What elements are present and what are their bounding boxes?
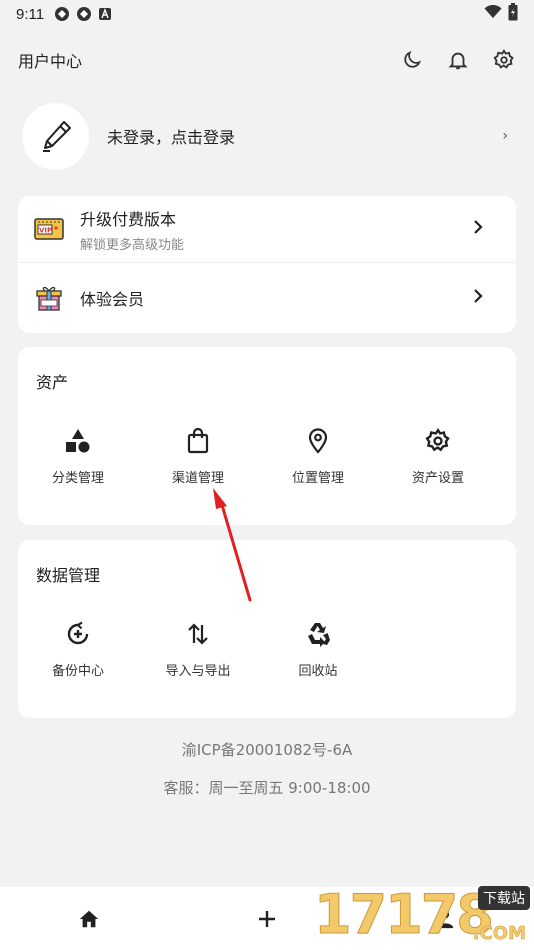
upgrade-title: 升级付费版本 [80,209,177,229]
channel-management-item[interactable]: 渠道管理 [138,427,258,486]
promo-card: VIP 升级付费版本 解锁更多高级功能 体验会员 [18,196,516,333]
category-management-label: 分类管理 [51,471,104,486]
chevron-right-icon: › [502,128,508,144]
home-icon [79,910,99,927]
top-header: 用户中心 [0,40,534,80]
svg-text:VIP: VIP [39,227,52,235]
header-actions [400,48,516,72]
asset-settings-label: 资产设置 [411,471,464,486]
pen-icon [42,121,71,152]
login-row[interactable]: 未登录，点击登录 › [22,102,514,170]
status-bar: 9:11 [0,0,534,28]
avatar[interactable] [22,102,89,170]
text-notification-icon [98,7,112,21]
page-title: 用户中心 [18,52,83,71]
channel-management-label: 渠道管理 [171,471,224,486]
location-pin-icon [304,427,332,455]
dark-mode-icon[interactable] [400,48,424,72]
shapes-icon [64,427,92,455]
trial-texts: 体验会员 [80,286,144,310]
assets-card: 资产 分类管理 渠道管理 位置管理 资产设置 [18,347,516,525]
location-management-label: 位置管理 [291,471,344,486]
vip-ticket-icon: VIP [34,214,64,244]
import-export-icon [184,620,212,648]
gear-icon [424,427,452,455]
import-export-item[interactable]: 导入与导出 [138,620,258,679]
add-icon [259,910,275,927]
shopping-bag-icon [184,427,212,455]
trial-member-row[interactable]: 体验会员 [18,262,516,332]
assets-section-title: 资产 [36,373,69,392]
upgrade-row[interactable]: VIP 升级付费版本 解锁更多高级功能 [18,196,516,262]
watermark-tag: 下载站 [478,886,530,910]
upgrade-texts: 升级付费版本 解锁更多高级功能 [80,206,184,253]
recycle-bin-label: 回收站 [298,664,338,679]
tab-home[interactable] [0,908,178,930]
trial-title: 体验会员 [80,289,145,309]
recycle-bin-item[interactable]: 回收站 [258,620,378,679]
icp-record-text: 渝ICP备20001082号-6A [181,741,353,759]
category-management-item[interactable]: 分类管理 [18,427,138,486]
import-export-label: 导入与导出 [165,664,231,679]
assets-grid: 分类管理 渠道管理 位置管理 资产设置 [18,427,516,486]
bell-icon[interactable] [446,48,470,72]
recycle-icon [304,620,332,648]
login-prompt-text[interactable]: 未登录，点击登录 [107,124,235,148]
customer-service-text: 客服：周一至周五 9:00-18:00 [163,779,371,797]
site-watermark: 17178 下载站 .COM [304,882,534,950]
watermark-digits: 17178 [314,883,495,947]
asset-settings-item[interactable]: 资产设置 [378,427,498,486]
watermark-domain: .COM [472,923,526,945]
data-management-section-title: 数据管理 [36,566,101,585]
backup-center-item[interactable]: 备份中心 [18,620,138,679]
chevron-right-icon [472,288,484,308]
chevron-right-icon [472,219,484,239]
data-management-card: 数据管理 备份中心 导入与导出 回收站 [18,540,516,718]
status-time: 9:11 [16,5,45,23]
app-notification-icon-2 [76,6,92,22]
gift-box-icon [34,283,64,313]
wifi-icon [484,4,502,23]
location-management-item[interactable]: 位置管理 [258,427,378,486]
data-management-grid: 备份中心 导入与导出 回收站 [18,620,516,679]
backup-icon [64,620,92,648]
app-notification-icon [54,6,70,22]
battery-icon [508,3,518,25]
settings-gear-icon[interactable] [492,48,516,72]
backup-center-label: 备份中心 [51,664,104,679]
upgrade-subtitle: 解锁更多高级功能 [80,237,185,253]
